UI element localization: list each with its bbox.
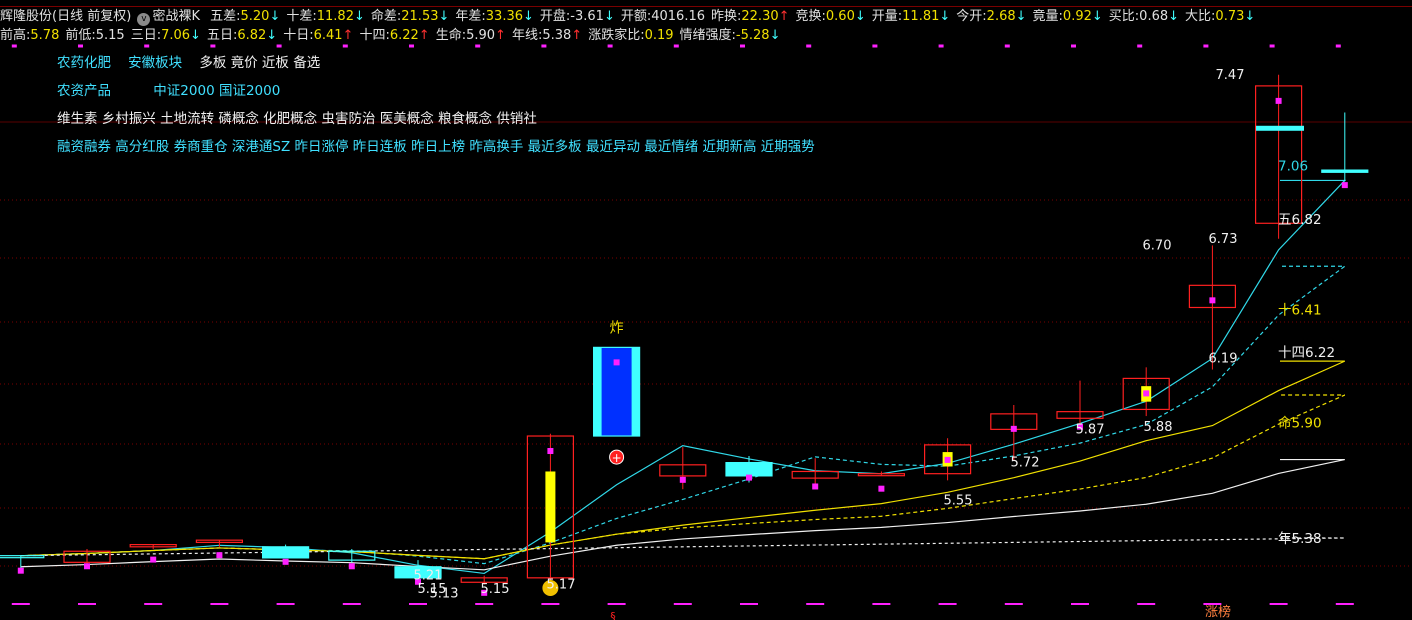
section-marker: § <box>610 610 616 620</box>
price-annotation: 7.47 <box>1216 68 1245 83</box>
signal-dot <box>547 448 554 455</box>
signal-dot <box>613 359 620 366</box>
tag-anhui[interactable]: 安徽板块 <box>128 55 182 71</box>
candle-body <box>725 462 773 477</box>
life-label: 命5.90 <box>1278 415 1322 432</box>
current-price-marker <box>1256 125 1304 131</box>
price-annotation: 6.19 <box>1209 351 1238 366</box>
sector-tags-row-1: 农药化肥 安徽板块 多板 竟价 近板 备选 <box>57 51 320 71</box>
signal-dot <box>150 556 157 563</box>
signal-dot <box>1010 425 1017 432</box>
year-label: 年5.38 <box>1278 531 1322 547</box>
candle-body <box>0 555 45 559</box>
explode-marker: 炸 <box>610 321 624 337</box>
tag-agri-products[interactable]: 农资产品 <box>57 83 111 99</box>
signal-dot <box>216 552 223 559</box>
signal-dot <box>944 456 951 463</box>
concept-tags: 维生素 乡村振兴 土地流转 磷概念 化肥概念 虫害防治 医美概念 粮食概念 供销… <box>57 111 537 127</box>
candle-edge <box>593 347 602 437</box>
price-annotation: 6.70 <box>1143 238 1172 253</box>
stock-chart-window: 辉隆股份(日线 前复权) v 密战裸K 五差:5.20↓ 十差:11.82↓ 命差:2… <box>0 0 1412 620</box>
signal-bar <box>545 471 556 543</box>
price-annotation: 5.15 <box>481 582 510 597</box>
price-annotation: 6.73 <box>1209 232 1238 247</box>
signal-dot <box>282 558 289 565</box>
attribute-tags: 融资融券 高分红股 券商重仓 深港通SZ 昨日涨停 昨日连板 昨日上榜 昨高换手… <box>57 139 815 155</box>
candle-body <box>1321 169 1369 173</box>
price-annotation: 5.87 <box>1076 422 1105 437</box>
attribute-tags-row: 融资融券 高分红股 券商重仓 深港通SZ 昨日涨停 昨日连板 昨日上榜 昨高换手… <box>57 135 815 155</box>
concept-tags-row: 维生素 乡村振兴 土地流转 磷概念 化肥概念 虫害防治 医美概念 粮食概念 供销… <box>57 107 537 127</box>
signal-dot <box>17 567 24 574</box>
price-annotation: 5.17 <box>547 577 576 592</box>
signal-dot <box>1275 97 1282 104</box>
price-annotation: 5.13 <box>430 586 459 601</box>
signal-dot <box>878 485 885 492</box>
price-annotation: 5.72 <box>1011 456 1040 471</box>
candle-body <box>262 546 310 559</box>
signal-dot <box>1143 390 1150 397</box>
signal-dot <box>84 563 90 570</box>
tag-pesticide-fertilizer[interactable]: 农药化肥 <box>57 55 111 71</box>
candle-edge <box>631 347 640 437</box>
ma10-label: 十6.41 <box>1278 303 1322 319</box>
signal-dot <box>679 476 686 483</box>
price-annotation: 5.55 <box>944 493 973 508</box>
signal-dot <box>348 563 355 570</box>
signal-dot <box>1341 182 1348 189</box>
ma3-label: 7.06 <box>1278 159 1308 175</box>
signal-dot <box>746 474 752 481</box>
price-annotation: 5.88 <box>1144 420 1173 435</box>
sector-tags-row-2: 农资产品 中证2000 国证2000 <box>57 79 280 99</box>
ma5-label: 五6.82 <box>1278 212 1322 228</box>
plus-sign: + <box>612 451 622 465</box>
signal-dot <box>812 483 819 490</box>
tag-index[interactable]: 中证2000 国证2000 <box>153 83 280 99</box>
limit-up-tag: 涨榜 <box>1205 604 1231 620</box>
tag-status: 多板 竟价 近板 备选 <box>199 55 321 71</box>
signal-dot <box>1209 297 1216 304</box>
ma14-label: 十四6.22 <box>1278 345 1335 361</box>
